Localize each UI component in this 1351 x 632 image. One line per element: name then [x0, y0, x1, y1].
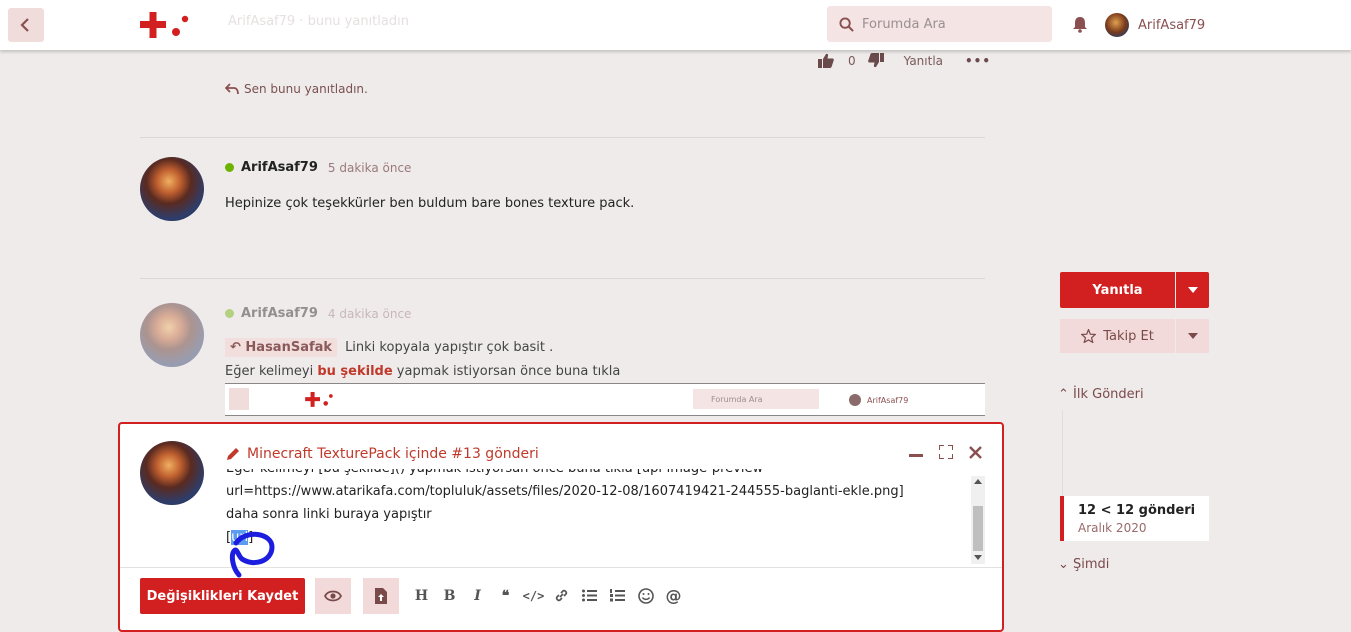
mention-icon[interactable]: @	[665, 586, 682, 605]
scrubber-track[interactable]	[1062, 410, 1063, 500]
editor-line: daha sonra linki buraya yapıştır	[226, 507, 432, 522]
search-input[interactable]	[860, 15, 1044, 33]
mini-search: Forumda Ara	[693, 389, 819, 409]
minimize-icon[interactable]	[909, 445, 923, 459]
scroll-thumb[interactable]	[973, 506, 983, 551]
line-pre: Eğer kelimeyi	[225, 364, 318, 379]
bullet-list-icon[interactable]	[581, 587, 598, 604]
post-divider	[140, 137, 985, 138]
bold-icon[interactable]: B	[441, 587, 458, 604]
mini-username: ArifAsaf79	[867, 395, 909, 405]
avatar[interactable]	[140, 303, 204, 367]
post-username[interactable]: ArifAsaf79	[241, 306, 318, 321]
follow-dropdown-button[interactable]	[1176, 319, 1209, 353]
more-options-icon[interactable]: •••	[965, 54, 991, 68]
avatar[interactable]	[140, 157, 204, 221]
editor-line: [url]	[226, 526, 966, 549]
mini-back-icon	[229, 388, 249, 410]
post-meta: ArifAsaf79 4 dakika önce	[225, 306, 411, 321]
star-icon	[1081, 329, 1097, 343]
heading-icon[interactable]: H	[413, 587, 430, 604]
caret-down-icon	[1187, 333, 1198, 339]
first-post-label: İlk Gönderi	[1073, 387, 1144, 402]
save-changes-button[interactable]: Değişiklikleri Kaydet	[140, 578, 305, 614]
scrubber-current[interactable]: 12 < 12 gönderi Aralık 2020	[1060, 496, 1209, 541]
reply-icon	[225, 83, 239, 95]
eye-icon	[324, 590, 342, 602]
post-actions: 0 Yanıtla •••	[818, 53, 991, 68]
site-logo[interactable]	[140, 12, 192, 44]
line-post: yapmak istiyorsan önce buna tıkla	[392, 364, 621, 379]
textarea-scrollbar[interactable]	[971, 476, 985, 564]
follow-button[interactable]: Takip Et	[1060, 319, 1175, 353]
like-count: 0	[848, 53, 856, 68]
thumbs-down-icon[interactable]	[867, 53, 884, 68]
quote-reference: ↶ HasanSafak Linki kopyala yapıştır çok …	[225, 338, 553, 357]
header-ghost-text: ArifAsaf79 · bunu yanıtladın	[228, 14, 409, 29]
post-body: Hepinize çok teşekkürler ben buldum bare…	[225, 196, 635, 211]
post-divider	[140, 278, 985, 279]
quote-text: Linki kopyala yapıştır çok basit .	[345, 340, 554, 355]
avatar	[1105, 13, 1129, 37]
post-time[interactable]: 4 dakika önce	[328, 307, 412, 321]
file-upload-icon	[375, 588, 387, 604]
replied-text: Sen bunu yanıtladın.	[244, 82, 368, 96]
user-menu[interactable]: ArifAsaf79	[1105, 13, 1205, 37]
reply-dropdown-button[interactable]	[1176, 272, 1209, 308]
quote-icon[interactable]: ❝	[497, 587, 514, 604]
editor-line: url=https://www.atarikafa.com/topluluk/a…	[226, 484, 904, 499]
post-username[interactable]: ArifAsaf79	[241, 160, 318, 175]
composer-title[interactable]: Minecraft TexturePack içinde #13 gönderi	[226, 446, 539, 462]
thumbs-up-icon[interactable]	[818, 53, 834, 68]
embedded-screenshot: Forumda Ara ArifAsaf79	[225, 383, 985, 416]
top-bar: ArifAsaf79 · bunu yanıtladın ArifAsaf79	[0, 0, 1351, 50]
caret-down-icon	[1187, 287, 1198, 293]
chevron-left-icon	[20, 18, 29, 32]
header-username: ArifAsaf79	[1138, 17, 1206, 33]
search-icon	[839, 16, 854, 32]
notifications-bell-icon[interactable]	[1072, 16, 1088, 37]
post-time[interactable]: 5 dakika önce	[328, 161, 412, 175]
close-icon[interactable]	[969, 445, 982, 459]
code-icon[interactable]: </>	[523, 587, 545, 604]
numbered-list-icon[interactable]	[609, 587, 626, 604]
inline-link[interactable]: bu şekilde	[317, 364, 392, 379]
composer-controls	[909, 445, 982, 459]
online-indicator	[225, 309, 234, 318]
avatar	[140, 441, 204, 505]
follow-label: Takip Et	[1103, 328, 1154, 344]
scroll-up-icon[interactable]	[974, 479, 982, 484]
editor-line: Eğer kelimeyi [bu şekilde]() yapmak isti…	[226, 469, 966, 480]
scrubber-date: Aralık 2020	[1078, 521, 1147, 535]
reply-link[interactable]: Yanıtla	[904, 54, 943, 68]
back-button[interactable]	[8, 8, 44, 42]
attach-file-button[interactable]	[363, 578, 399, 614]
link-icon[interactable]	[553, 587, 570, 604]
post-meta: ArifAsaf79 5 dakika önce	[225, 160, 411, 175]
composer-textarea[interactable]: Eğer kelimeyi [bu şekilde]() yapmak isti…	[226, 469, 966, 564]
fullscreen-icon[interactable]	[939, 445, 953, 459]
composer-title-text: Minecraft TexturePack içinde #13 gönderi	[247, 446, 539, 462]
first-post-link[interactable]: ⌃ İlk Gönderi	[1058, 387, 1144, 402]
mini-user: ArifAsaf79	[849, 394, 908, 406]
search-box[interactable]	[827, 6, 1052, 42]
post-body-line: Eğer kelimeyi bu şekilde yapmak istiyors…	[225, 364, 620, 379]
emoji-icon[interactable]	[637, 587, 654, 604]
pencil-icon	[227, 448, 239, 460]
annotation-scribble	[229, 531, 275, 578]
online-indicator	[225, 163, 234, 172]
quote-user-chip[interactable]: ↶ HasanSafak	[225, 338, 338, 357]
mini-logo	[305, 392, 333, 407]
now-link[interactable]: ⌄ Şimdi	[1058, 557, 1109, 572]
replied-note: Sen bunu yanıtladın.	[225, 82, 368, 96]
scroll-down-icon[interactable]	[974, 555, 982, 560]
now-label: Şimdi	[1073, 557, 1110, 572]
formatting-toolbar: H B I ❝ </> @	[413, 586, 682, 605]
italic-icon[interactable]: I	[469, 587, 486, 604]
scrubber-count: 12 < 12 gönderi	[1078, 503, 1196, 518]
preview-button[interactable]	[315, 578, 351, 614]
quote-user: HasanSafak	[245, 340, 333, 355]
reply-button[interactable]: Yanıtla	[1060, 272, 1175, 308]
